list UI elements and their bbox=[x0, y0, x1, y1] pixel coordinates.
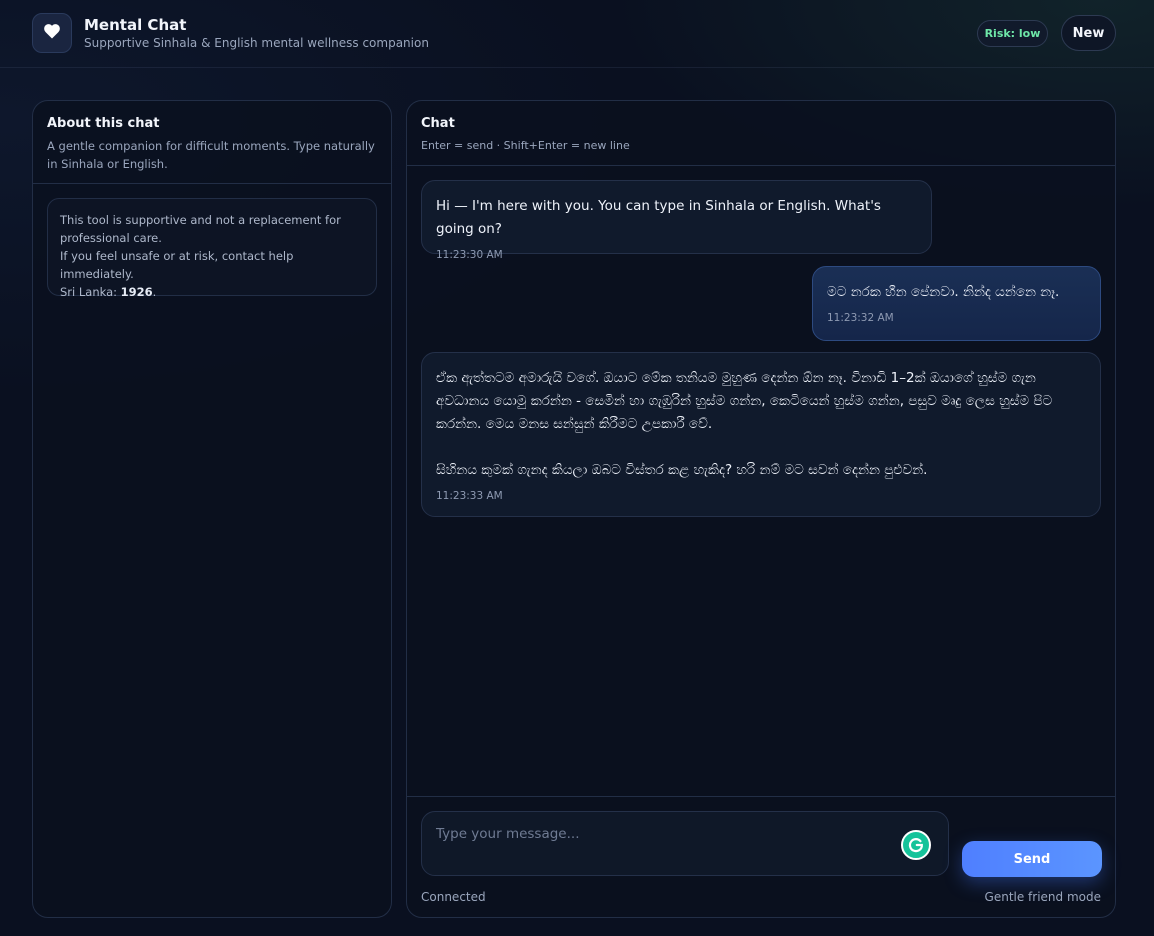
app-subtitle: Supportive Sinhala & English mental well… bbox=[84, 36, 429, 50]
message-text: Hi — I'm here with you. You can type in … bbox=[436, 198, 886, 237]
send-button[interactable]: Send bbox=[962, 841, 1102, 877]
grammarly-icon[interactable] bbox=[901, 830, 931, 860]
message-text: මට නරක හීන පේනවා. නින්ද යන්නෙ නෑ. bbox=[827, 284, 1060, 300]
app-header: Mental Chat Supportive Sinhala & English… bbox=[0, 0, 1154, 68]
hotline-suffix: . bbox=[152, 285, 157, 299]
about-title: About this chat bbox=[47, 116, 160, 131]
app-logo bbox=[32, 13, 72, 53]
hotline-label: Sri Lanka: bbox=[60, 285, 121, 299]
about-panel: About this chat A gentle companion for d… bbox=[32, 100, 392, 918]
app-title: Mental Chat bbox=[84, 16, 187, 34]
heart-icon bbox=[44, 23, 60, 43]
message-text: ඒක ඇත්තටම අමාරුයි වගේ. ඔයාට මේක තනියම මු… bbox=[436, 370, 1053, 478]
notice-hotline: Sri Lanka: 1926. bbox=[60, 283, 364, 301]
new-chat-button[interactable]: New bbox=[1061, 15, 1116, 51]
chat-title: Chat bbox=[421, 116, 455, 131]
user-message: මට නරක හීන පේනවා. නින්ද යන්නෙ නෑ. 11:23:… bbox=[812, 266, 1101, 341]
about-description: A gentle companion for difficult moments… bbox=[47, 139, 375, 171]
notice-disclaimer: This tool is supportive and not a replac… bbox=[60, 213, 341, 245]
chat-panel: Chat Enter = send · Shift+Enter = new li… bbox=[406, 100, 1116, 918]
message-timestamp: 11:23:32 AM bbox=[827, 312, 894, 324]
message-timestamp: 11:23:30 AM bbox=[436, 249, 503, 261]
divider bbox=[407, 796, 1115, 797]
message-input[interactable]: Type your message... bbox=[421, 811, 949, 876]
message-timestamp: 11:23:33 AM bbox=[436, 490, 503, 502]
assistant-message: Hi — I'm here with you. You can type in … bbox=[421, 180, 932, 261]
divider bbox=[407, 165, 1115, 166]
assistant-message: ඒක ඇත්තටම අමාරුයි වගේ. ඔයාට මේක තනියම මු… bbox=[421, 352, 1101, 517]
risk-badge: Risk: low bbox=[977, 20, 1048, 47]
notice-risk-advice: If you feel unsafe or at risk, contact h… bbox=[60, 249, 294, 281]
hotline-number: 1926 bbox=[120, 285, 153, 299]
keyboard-hint: Enter = send · Shift+Enter = new line bbox=[421, 139, 630, 152]
mode-label: Gentle friend mode bbox=[984, 890, 1101, 904]
connection-status: Connected bbox=[421, 890, 486, 904]
safety-notice: This tool is supportive and not a replac… bbox=[47, 198, 377, 299]
divider bbox=[33, 183, 391, 184]
